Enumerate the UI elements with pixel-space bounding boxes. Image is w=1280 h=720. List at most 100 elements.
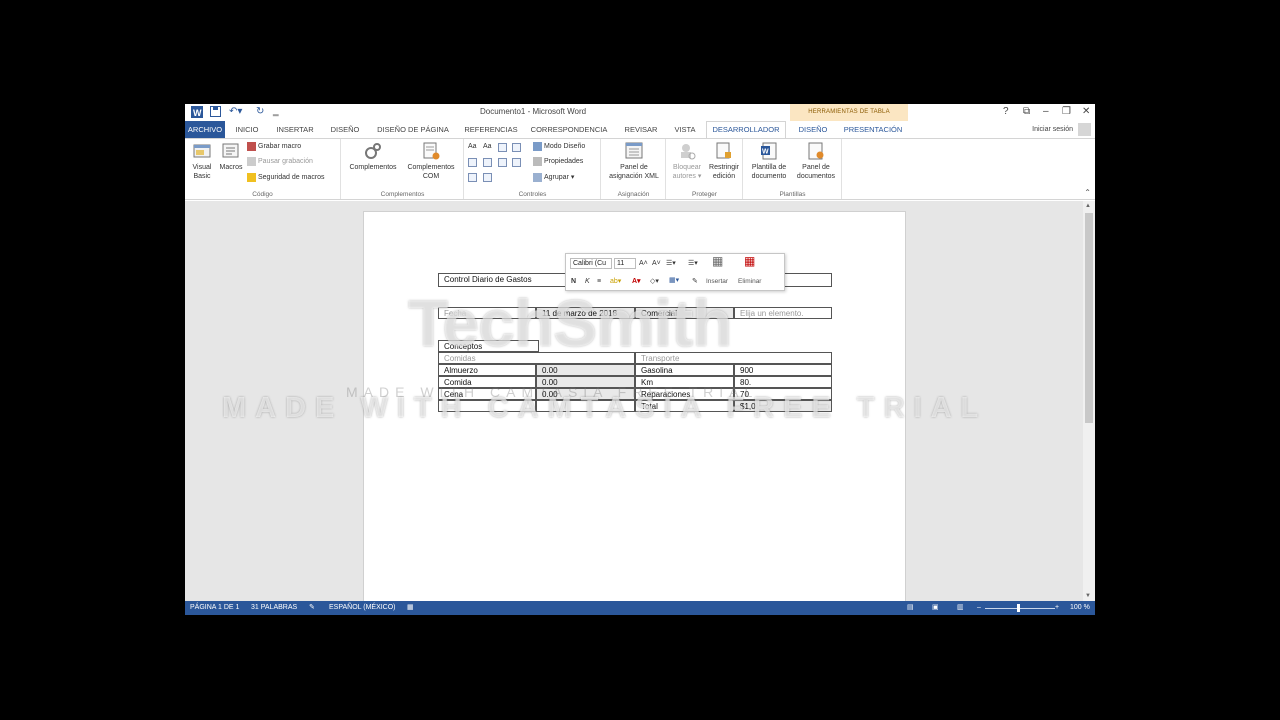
help-icon[interactable]: ? (1003, 105, 1009, 119)
macros-icon (222, 143, 239, 158)
title-bar: W ↶▾ ↻ ‗ Documento1 - Microsoft Word HER… (185, 104, 1095, 121)
minimize-icon[interactable]: – (1043, 105, 1049, 119)
propiedades-button[interactable]: Propiedades (533, 156, 583, 168)
group-controles: Aa Aa Modo Diseño Propiedades Agrupar ▾ … (465, 139, 601, 199)
grabar-macro-button[interactable]: Grabar macro (247, 141, 301, 153)
undo-icon[interactable]: ↶▾ (229, 106, 242, 118)
scroll-down-icon[interactable]: ▼ (1085, 593, 1091, 599)
plantilla-documento-button[interactable]: W Plantilla de documento (746, 141, 792, 181)
visual-basic-button[interactable]: Visual Basic (189, 141, 215, 181)
visual-basic-icon (193, 144, 211, 158)
restringir-edicion-button[interactable]: Restringir edición (705, 141, 743, 181)
combobox-control-icon[interactable] (483, 158, 492, 167)
tab-diseno[interactable]: DISEÑO (327, 121, 363, 138)
tab-referencias[interactable]: REFERENCIAS (461, 121, 521, 138)
table-cell[interactable]: Gasolina (635, 364, 734, 376)
dropdown-control-icon[interactable] (498, 158, 507, 167)
rich-text-control[interactable]: Aa (468, 141, 477, 153)
complementos-com-button[interactable]: Complementos COM (402, 141, 460, 181)
redo-icon[interactable]: ↻ (256, 106, 264, 118)
complementos-button[interactable]: Complementos (345, 141, 401, 172)
zoom-in-icon[interactable]: + (1055, 601, 1059, 615)
scrollbar-thumb[interactable] (1085, 213, 1093, 423)
delete-table-icon[interactable]: ▦ (744, 255, 755, 267)
sign-in-link[interactable]: Iniciar sesión (1032, 121, 1073, 138)
page-count[interactable]: PÁGINA 1 DE 1 (190, 601, 239, 615)
checkbox-control-icon[interactable] (468, 158, 477, 167)
table-cell[interactable]: 900 (734, 364, 832, 376)
shrink-font-icon[interactable]: A˅ (652, 258, 661, 269)
repeating-control-icon[interactable] (468, 173, 477, 182)
plain-text-control[interactable]: Aa (483, 141, 492, 153)
proofing-icon[interactable]: ✎ (309, 601, 315, 615)
restore-icon[interactable]: ❐ (1062, 105, 1071, 119)
tab-desarrollador[interactable]: DESARROLLADOR (706, 121, 786, 138)
table-cell[interactable]: 0.00 (536, 364, 635, 376)
agrupar-button[interactable]: Agrupar ▾ (533, 172, 574, 184)
ribbon-tabs: ARCHIVO INICIO INSERTAR DISEÑO DISEÑO DE… (185, 121, 1095, 138)
date-control-icon[interactable] (512, 158, 521, 167)
read-mode-icon[interactable]: ▤ (907, 601, 914, 615)
web-layout-icon[interactable]: ▥ (957, 601, 964, 615)
bullets-icon[interactable]: ☰▾ (666, 258, 676, 269)
grow-font-icon[interactable]: A˄ (639, 258, 648, 269)
legacy-tools-icon[interactable] (483, 173, 492, 182)
tab-archivo[interactable]: ARCHIVO (185, 121, 225, 138)
svg-text:W: W (193, 108, 202, 118)
customize-qat-icon[interactable]: ‗ (273, 106, 279, 118)
gears-icon (365, 143, 381, 159)
dropdown-content-control[interactable]: Elija un elemento. (734, 307, 832, 319)
panel-documentos-button[interactable]: Panel de documentos (792, 141, 840, 181)
tab-revisar[interactable]: REVISAR (619, 121, 663, 138)
zoom-slider-thumb[interactable] (1017, 604, 1020, 612)
save-icon[interactable] (210, 106, 221, 121)
vertical-scrollbar[interactable]: ▲ ▼ (1083, 201, 1095, 601)
tab-presentacion[interactable]: PRESENTACIÓN (841, 121, 905, 138)
bloquear-autores-button[interactable]: Bloquear autores ▾ (669, 141, 705, 181)
status-bar: PÁGINA 1 DE 1 31 PALABRAS ✎ ESPAÑOL (MÉX… (185, 601, 1095, 615)
restrict-editing-icon (716, 142, 731, 159)
numbering-icon[interactable]: ☰▾ (688, 258, 698, 269)
close-icon[interactable]: ✕ (1082, 105, 1090, 119)
svg-text:W: W (762, 149, 769, 156)
seguridad-macros-button[interactable]: Seguridad de macros (247, 172, 325, 184)
macro-record-icon[interactable]: ▦ (407, 601, 414, 615)
panel-asignacion-xml-button[interactable]: Panel de asignación XML (604, 141, 664, 181)
picture-control-icon[interactable] (498, 143, 507, 152)
group-complementos: Complementos Complementos COM Complement… (342, 139, 464, 199)
scroll-up-icon[interactable]: ▲ (1085, 203, 1091, 209)
com-addin-icon (423, 142, 440, 160)
language-status[interactable]: ESPAÑOL (MÉXICO) (329, 601, 396, 615)
tab-inicio[interactable]: INICIO (231, 121, 263, 138)
building-block-control-icon[interactable] (512, 143, 521, 152)
pausar-grabacion-button[interactable]: Pausar grabación (247, 156, 313, 168)
font-size-box[interactable]: 11 (614, 258, 636, 269)
zoom-level[interactable]: 100 % (1070, 601, 1090, 615)
eliminar-button[interactable]: Eliminar (738, 276, 761, 287)
modo-diseno-button[interactable]: Modo Diseño (533, 141, 585, 153)
print-layout-icon[interactable]: ▣ (932, 601, 939, 615)
collapse-ribbon-icon[interactable]: ⌃ (1084, 188, 1091, 197)
tab-insertar[interactable]: INSERTAR (273, 121, 317, 138)
word-logo-icon: W (191, 106, 203, 122)
techsmith-watermark: TechSmith (408, 286, 732, 360)
avatar[interactable] (1078, 123, 1091, 136)
warning-icon (247, 172, 256, 182)
camtasia-watermark: MADE WITH CAMTASIA FREE TRIAL (222, 392, 988, 424)
tab-correspondencia[interactable]: CORRESPONDENCIA (529, 121, 609, 138)
macros-button[interactable]: Macros (217, 141, 245, 172)
table-cell[interactable]: Almuerzo (438, 364, 536, 376)
design-mode-icon (533, 141, 542, 151)
ribbon-display-options-icon[interactable]: ⧉ (1023, 105, 1030, 119)
tab-vista[interactable]: VISTA (671, 121, 699, 138)
zoom-slider[interactable] (985, 608, 1055, 609)
word-count[interactable]: 31 PALABRAS (251, 601, 297, 615)
window-title: Documento1 - Microsoft Word (480, 107, 587, 116)
tab-tabla-diseno[interactable]: DISEÑO (793, 121, 833, 138)
group-proteger: Bloquear autores ▾ Restringir edición Pr… (667, 139, 743, 199)
font-name-box[interactable]: Calibri (Cu (570, 258, 612, 269)
zoom-out-icon[interactable]: – (977, 601, 981, 615)
block-authors-icon (681, 144, 696, 160)
tab-diseno-de-pagina[interactable]: DISEÑO DE PÁGINA (373, 121, 453, 138)
insert-table-icon[interactable]: ▦ (712, 255, 723, 267)
